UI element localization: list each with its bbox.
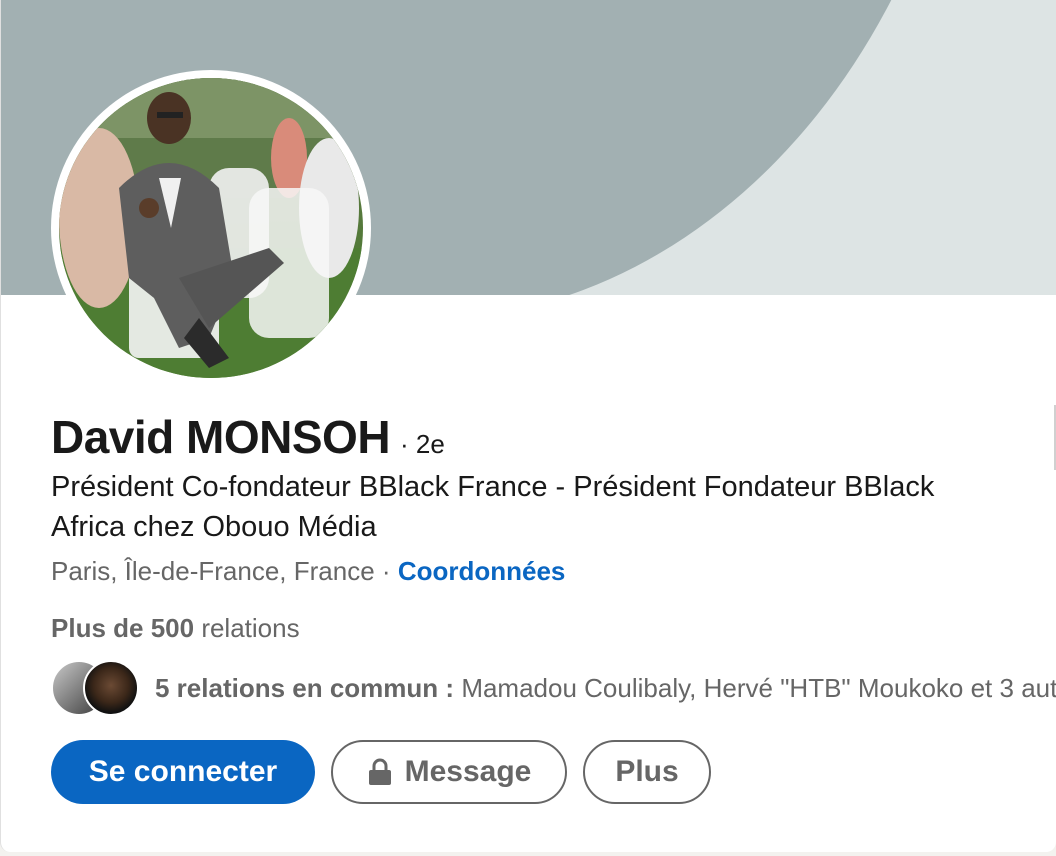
mutual-connections-count: 5 relations en commun :: [155, 672, 455, 703]
more-button[interactable]: Plus: [583, 740, 711, 804]
avatar: [83, 660, 139, 716]
lock-icon: [367, 758, 393, 786]
location-separator: ·: [381, 556, 391, 586]
connection-degree: · 2e: [400, 429, 445, 459]
mutual-avatars: [51, 660, 143, 716]
connect-button-label: Se connecter: [88, 755, 278, 788]
mutual-connections[interactable]: 5 relations en commun : Mamadou Coulibal…: [51, 660, 1056, 716]
message-button[interactable]: Message: [331, 740, 567, 804]
mutual-connections-names: Mamadou Coulibaly, Hervé "HTB" Moukoko e…: [461, 672, 1056, 703]
connections-count-bold: Plus de 500: [51, 613, 195, 643]
profile-location: Paris, Île-de-France, France: [51, 556, 375, 586]
profile-name: David MONSOH: [51, 411, 391, 463]
profile-card: David MONSOH · 2e Président Co-fondateur…: [0, 0, 1056, 852]
connections-count-suffix: relations: [201, 613, 300, 643]
profile-photo-image: [59, 78, 363, 378]
profile-name-row: David MONSOH · 2e: [51, 410, 445, 464]
contact-info-link[interactable]: Coordonnées: [398, 556, 566, 586]
profile-photo[interactable]: [59, 78, 363, 378]
profile-headline: Président Co-fondateur BBlack France - P…: [51, 471, 935, 543]
connections-count[interactable]: Plus de 500 relations: [51, 613, 300, 644]
message-button-label: Message: [404, 755, 532, 788]
location-row: Paris, Île-de-France, France · Coordonné…: [51, 556, 565, 587]
mutual-connections-text: 5 relations en commun : Mamadou Coulibal…: [155, 673, 1056, 704]
more-button-label: Plus: [615, 755, 679, 788]
connect-button[interactable]: Se connecter: [51, 740, 315, 804]
